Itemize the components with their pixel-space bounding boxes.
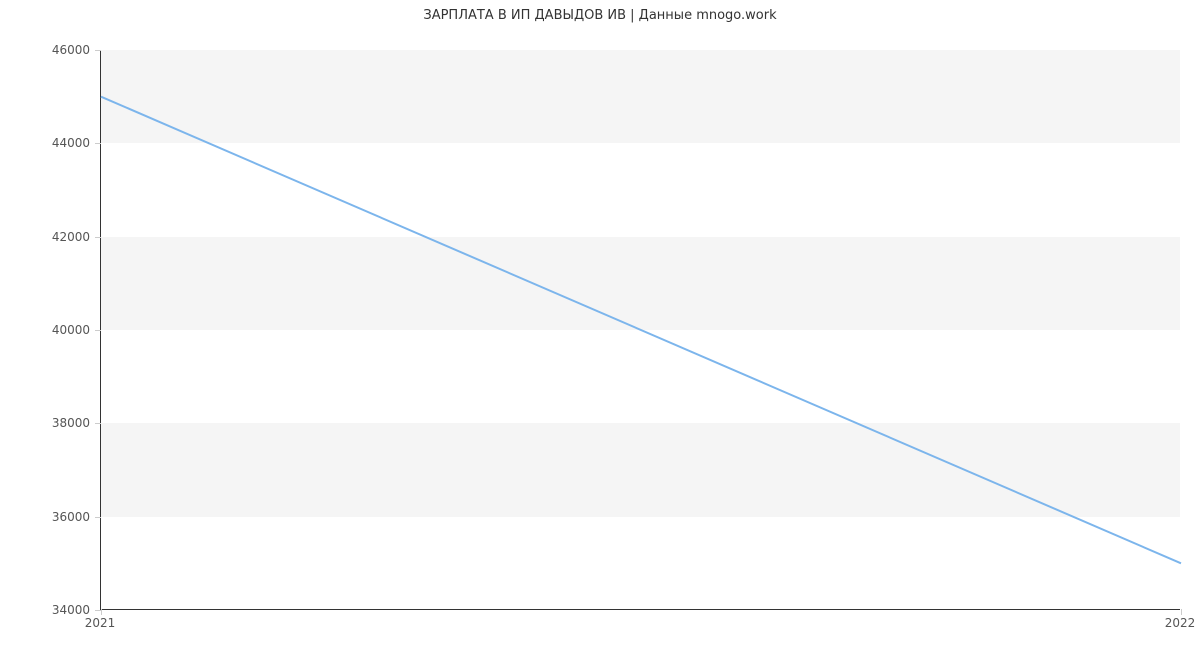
chart-title: ЗАРПЛАТА В ИП ДАВЫДОВ ИВ | Данные mnogo.… [0, 8, 1200, 23]
x-tick-label: 2021 [85, 616, 116, 630]
y-tick-label: 42000 [52, 230, 90, 244]
y-tick-label: 44000 [52, 136, 90, 150]
series-line [101, 97, 1181, 564]
y-tick-label: 40000 [52, 323, 90, 337]
y-tick-label: 46000 [52, 43, 90, 57]
y-tick-label: 38000 [52, 416, 90, 430]
x-axis-labels: 20212022 [100, 610, 1180, 640]
line-layer [101, 50, 1181, 610]
y-axis-labels: 34000360003800040000420004400046000 [0, 50, 100, 610]
x-tick-label: 2022 [1165, 616, 1196, 630]
salary-line-chart: ЗАРПЛАТА В ИП ДАВЫДОВ ИВ | Данные mnogo.… [0, 0, 1200, 650]
y-tick-label: 34000 [52, 603, 90, 617]
x-tick [1181, 609, 1182, 615]
plot-area [100, 50, 1180, 610]
y-tick-label: 36000 [52, 510, 90, 524]
